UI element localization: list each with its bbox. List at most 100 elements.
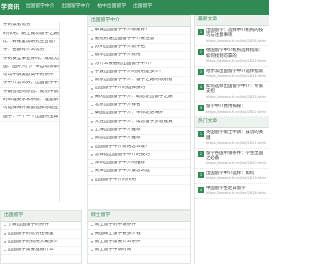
list-item-link[interactable]: 可以申请美欧高中的条件: [3, 73, 54, 78]
list-item[interactable]: 出国留学中介的作用: [88, 176, 190, 185]
list-item-link[interactable]: 黄冈出国留学中介：助您走出留学之路: [95, 95, 173, 100]
list-item-link[interactable]: 泰国出国留学中介：带你走进海外: [95, 111, 164, 116]
list-item[interactable]: 聊城出国留学中介哪家好？: [88, 27, 190, 36]
list-item[interactable]: 硕士留学的申请条件: [88, 222, 190, 231]
list-item[interactable]: 丽水出国留学中介费用: [88, 52, 190, 61]
hot-article-item[interactable]: 4 中国留学生赴日留学 https://www.e-fr.cn/list/281…: [195, 184, 269, 200]
latest-article-item[interactable]: 3 哈尔滨出国留学中介选择指南 https://www.e-fr.cn/list…: [195, 67, 269, 82]
list-item[interactable]: 出国留学的费用大概多少: [1, 239, 81, 247]
list-item[interactable]: 的审理要求和条款：准是职位高: [0, 97, 59, 105]
hot-article-item[interactable]: 1 英国留学硕士申请：成功的关键 https://www.e-fr.cn/lis…: [195, 128, 269, 149]
list-item[interactable]: 出国留学中介费用怎么收？: [88, 143, 190, 152]
latest-article-item[interactable]: 1 出国留学：选择中介机构的技巧与注意事项 https://www.e-fr.c…: [195, 26, 269, 47]
list-item[interactable]: 出国留学中介的选择技巧: [88, 85, 190, 94]
list-item-link[interactable]: 怎样选出国留学中介的技巧: [95, 153, 150, 158]
article-title[interactable]: 英国留学硕士申请：成功的关键: [206, 130, 266, 141]
list-item-link[interactable]: 聊城出国留学中介哪家好？: [95, 28, 150, 33]
list-item[interactable]: 大连出国留学中介：帮您留学梦想成真: [88, 118, 190, 127]
hot-article-item[interactable]: 2 留学各国申请条件：学生出国之必备 https://www.e-fr.cn/l…: [195, 149, 269, 170]
list-item[interactable]: 硕士留学需要什么条件: [88, 239, 190, 247]
list-item-link[interactable]: 国学：一个一个出国的宝典: [3, 115, 58, 120]
rank-badge: 3: [198, 171, 204, 178]
list-item[interactable]: 学期签证的原因、成功申请方法: [0, 88, 59, 97]
list-item-link[interactable]: 北京出国留学中介排名: [95, 103, 141, 108]
list-item[interactable]: 可选择海外家庭选择与适应: [0, 105, 59, 114]
list-item-link[interactable]: 的审理要求和条款：准是职位高: [3, 98, 59, 103]
article-title[interactable]: 留学各国申请条件：学生出国之必备: [206, 151, 266, 162]
hot-article-item[interactable]: 3 出国留学中介选择：如何 https://www.e-fr.cn/list/2…: [195, 169, 269, 185]
list-item[interactable]: 深圳出国留学中介的推荐: [88, 160, 190, 169]
list-item[interactable]: 出国留学需要准备什么: [1, 247, 81, 256]
bullet-icon: [91, 54, 93, 57]
list-item[interactable]: 南昌出国留学中介推荐: [88, 135, 190, 144]
list-item-link[interactable]: 大连出国留学中介：帮您留学梦想成真: [95, 120, 173, 125]
list-item[interactable]: 重危机谁出国留学中介要注意: [88, 35, 190, 44]
article-title[interactable]: 德国留学中介机构选择指南：如何找到可靠的: [206, 48, 266, 59]
list-item[interactable]: 国学：一个一个出国的宝典: [0, 113, 59, 122]
list-item-link[interactable]: 出国留学中介的作用: [95, 178, 136, 183]
list-item[interactable]: 可以申请美欧高中的条件: [0, 72, 59, 81]
list-item-link[interactable]: 学的安全事业好吗，成就无限精彩: [3, 57, 59, 62]
nav-item[interactable]: 柏中出国留学: [97, 4, 126, 10]
list-item-link[interactable]: 宁波出国留学中介的费用是多少？: [95, 70, 164, 75]
list-item[interactable]: 学中介怎么好，出国留学中介好: [0, 80, 59, 89]
list-item[interactable]: 泰国出国留学中介：带你走进海外: [88, 110, 190, 119]
list-item-link[interactable]: 出国留学中介费用怎么收？: [95, 145, 150, 150]
list-item-link[interactable]: 出国留学的优势在哪里: [8, 232, 54, 237]
list-item-link[interactable]: 出国留学的费用大概多少: [8, 240, 59, 245]
list-item-link[interactable]: 南京出国留学中介：留学之路的领航者: [95, 78, 173, 83]
list-item-link[interactable]: 学：名额有什么优势: [3, 48, 44, 53]
list-item-link[interactable]: 可选择海外家庭选择与适应: [3, 106, 58, 111]
nav-item[interactable]: 出国留学: [133, 4, 152, 10]
list-item-link[interactable]: 出国留学需要准备什么: [8, 248, 54, 253]
list-item-link[interactable]: 为什么要通过出国留学中介？: [95, 62, 155, 67]
list-item-link[interactable]: 南昌出国留学中介推荐: [95, 136, 141, 141]
list-item[interactable]: 怎样选出国留学中介的技巧: [88, 151, 190, 160]
list-item[interactable]: 宁波出国留学中介的费用是多少？: [88, 68, 190, 77]
list-item-link[interactable]: 国：国外入门？带自动求职都对: [3, 65, 59, 70]
list-item[interactable]: 的作用，路上成功留学之路的指南: [0, 30, 59, 39]
list-item[interactable]: 北京出国留学中介排名: [88, 102, 190, 110]
list-item-link[interactable]: 学期签证的原因、成功申请方法: [3, 90, 59, 95]
list-item-link[interactable]: 学中介怎么好，出国留学中介好: [3, 81, 59, 86]
list-item[interactable]: 学的读者优势: [0, 22, 59, 31]
list-item[interactable]: 硕士留学申请时间: [88, 247, 190, 256]
list-item-link[interactable]: 比 : 去哪里读研究生合适？: [3, 40, 58, 45]
list-item[interactable]: 苏州出国留学中介前十名: [88, 44, 190, 52]
list-item-link[interactable]: 英国硕士留学要多少钱: [95, 232, 141, 237]
list-item-link[interactable]: 重危机谁出国留学中介要注意: [95, 37, 155, 42]
list-item[interactable]: 学：名额有什么优势: [0, 47, 59, 56]
list-item[interactable]: 南京出国留学中介：留学之路的领航者: [88, 77, 190, 86]
list-item-link[interactable]: 硕士留学需要什么条件: [95, 240, 141, 245]
list-item[interactable]: 了解出国留学的条件: [1, 222, 81, 231]
list-item[interactable]: 学的安全事业好吗，成就无限精彩: [0, 55, 59, 64]
list-item[interactable]: 出国留学的优势在哪里: [1, 230, 81, 239]
nav-item[interactable]: 出国留学中介: [61, 4, 90, 10]
list-item-link[interactable]: 深圳出国留学中介的推荐: [95, 161, 146, 166]
list-item[interactable]: 为什么要通过出国留学中介？: [88, 60, 190, 69]
list-item-link[interactable]: 学的读者优势: [3, 23, 31, 28]
list-item-link[interactable]: 硕士留学申请时间: [95, 248, 132, 253]
list-item-link[interactable]: 苏州出国留学中介前十名: [95, 45, 146, 50]
list-item-link[interactable]: 丽水出国留学中介费用: [95, 53, 141, 58]
latest-article-item[interactable]: 2 德国留学中介机构选择指南：如何找到可靠的 https://www.e-fr.…: [195, 46, 269, 67]
list-item[interactable]: 天津出国留学中介该怎么选: [88, 168, 190, 177]
list-item-link[interactable]: 上海出国留学中介推荐: [95, 128, 141, 133]
site-logo[interactable]: 学资讯: [0, 4, 20, 11]
list-item-link[interactable]: 出国留学中介的选择技巧: [95, 86, 146, 91]
latest-article-item[interactable]: 4 如何选择出国留学中介：专家支招 https://www.e-fr.cn/li…: [195, 82, 269, 103]
latest-article-item[interactable]: 5 留学中介费用揭秘： https://www.e-fr.cn/list/282…: [195, 102, 269, 118]
list-item-link[interactable]: 了解出国留学的条件: [8, 223, 49, 228]
list-item[interactable]: 比 : 去哪里读研究生合适？: [0, 39, 59, 47]
list-item[interactable]: 国：国外入门？带自动求职都对: [0, 63, 59, 72]
list-item-link[interactable]: 硕士留学的申请条件: [95, 223, 136, 228]
article-title[interactable]: 出国留学：选择中介机构的技巧与注意事项: [206, 28, 266, 39]
list-item-link[interactable]: 天津出国留学中介该怎么选: [95, 169, 150, 174]
nav-item[interactable]: 出国留学中介: [26, 4, 55, 10]
list-item[interactable]: 上海出国留学中介推荐: [88, 127, 190, 135]
article-title[interactable]: 如何选择出国留学中介：专家支招: [206, 84, 266, 95]
list-item-link[interactable]: 的作用，路上成功留学之路的指南: [3, 32, 59, 37]
list-item[interactable]: 黄冈出国留学中介：助您走出留学之路: [88, 93, 190, 102]
list-item[interactable]: 英国硕士留学要多少钱: [88, 230, 190, 239]
top-navigation-bar: 学资讯 出国留学中介 出国留学中介 柏中出国留学 出国留学: [0, 0, 269, 15]
